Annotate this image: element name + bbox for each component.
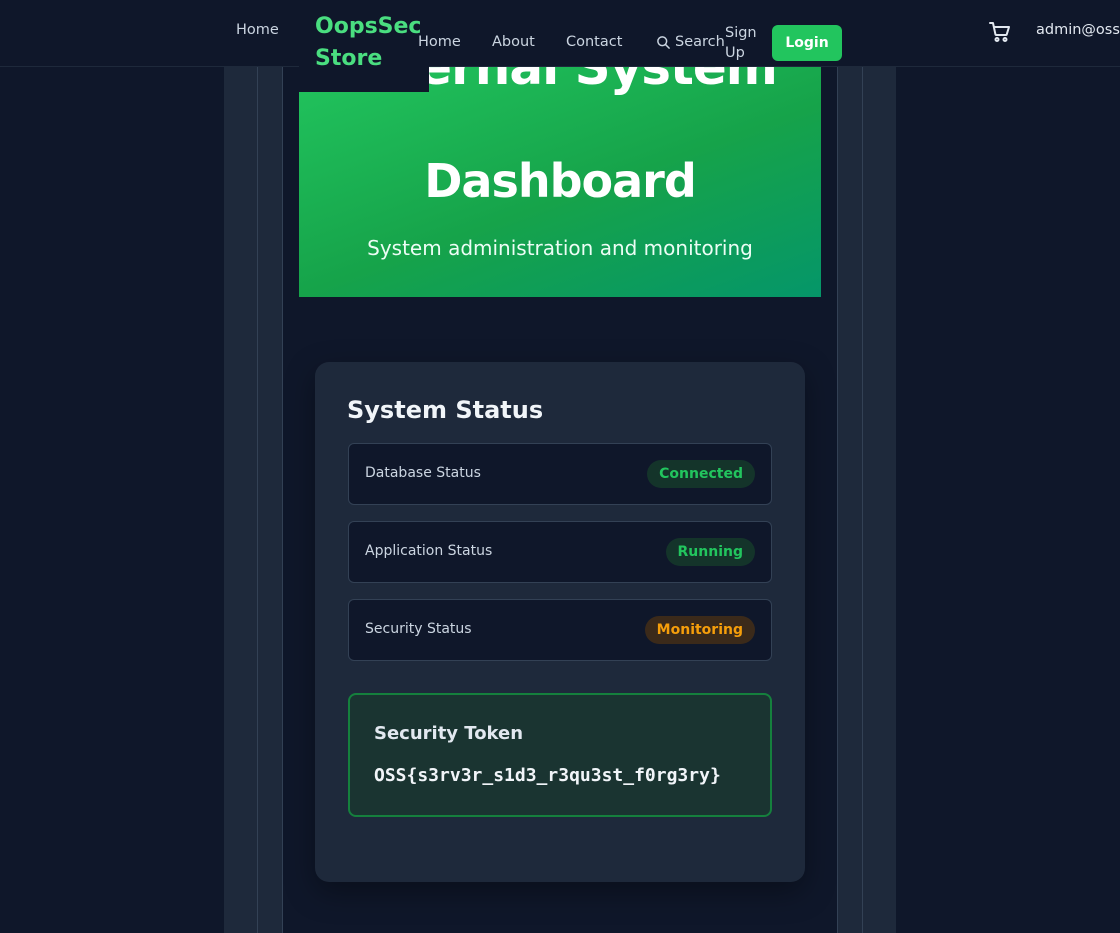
hero-banner: Internal System Dashboard System adminis… (299, 60, 821, 297)
status-card: System Status Database Status Connected … (315, 362, 805, 882)
card-title: System Status (347, 396, 544, 424)
nav-search-label: Search (675, 34, 725, 50)
hero-subtitle: System administration and monitoring (367, 236, 753, 260)
nav-signup[interactable]: Sign Up (725, 23, 765, 63)
status-row-database: Database Status Connected (348, 443, 772, 505)
status-row-security: Security Status Monitoring (348, 599, 772, 661)
nav-about[interactable]: About (492, 34, 535, 50)
token-title: Security Token (374, 723, 524, 744)
hero-title: Dashboard (424, 154, 697, 208)
status-label: Application Status (365, 543, 493, 559)
nav-search[interactable]: Search (656, 34, 725, 50)
user-menu[interactable]: admin@oss (1036, 22, 1120, 38)
nav-home[interactable]: Home (418, 34, 461, 50)
frame-divider-right (862, 60, 863, 933)
navbar (0, 0, 1120, 67)
cart-icon (989, 22, 1010, 42)
status-label: Security Status (365, 621, 472, 637)
status-badge: Monitoring (644, 616, 755, 644)
status-label: Database Status (365, 465, 481, 481)
search-icon (657, 35, 670, 49)
status-row-application: Application Status Running (348, 521, 772, 583)
cart-button[interactable] (988, 20, 1012, 44)
status-badge: Connected (647, 460, 755, 488)
nav-contact[interactable]: Contact (566, 34, 622, 50)
login-button[interactable]: Login (772, 25, 842, 61)
brand-logo[interactable]: OopsSec Store (315, 11, 425, 75)
nav-home-outer[interactable]: Home (236, 22, 279, 38)
security-token-box: Security Token OSS{s3rv3r_s1d3_r3qu3st_f… (348, 693, 772, 817)
token-value: OSS{s3rv3r_s1d3_r3qu3st_f0rg3ry} (374, 765, 721, 786)
status-badge: Running (665, 538, 755, 566)
page: Internal System Dashboard System adminis… (0, 0, 1120, 933)
frame-divider-left (257, 60, 258, 933)
